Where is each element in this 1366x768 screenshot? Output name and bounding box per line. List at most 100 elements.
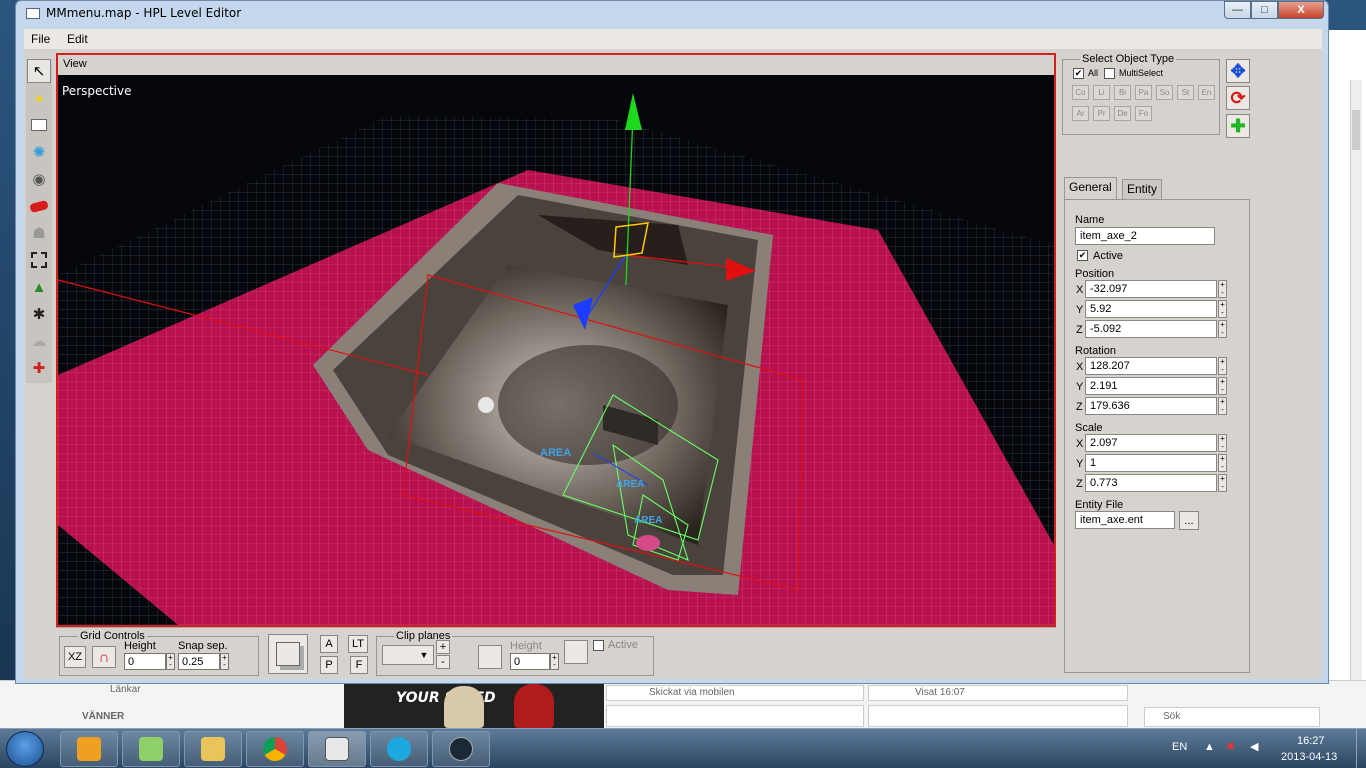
- entity-gear-icon[interactable]: ✱: [27, 302, 51, 326]
- skype-icon[interactable]: [370, 731, 428, 767]
- menu-file[interactable]: File: [31, 32, 50, 46]
- clip-plane-select[interactable]: ▼: [382, 645, 434, 665]
- fog-icon[interactable]: ☁: [27, 329, 51, 353]
- viewport-layout-button[interactable]: [268, 634, 308, 674]
- decal-ghost-icon[interactable]: ☗: [27, 221, 51, 245]
- position-z-input[interactable]: -5.092: [1085, 320, 1217, 338]
- rotation-x-input[interactable]: 128.207: [1085, 357, 1217, 375]
- type-filter-button[interactable]: Bi: [1114, 85, 1131, 100]
- select-arrow-icon[interactable]: ↖: [27, 59, 51, 83]
- view-a-button[interactable]: A: [320, 635, 338, 653]
- particle-atom-icon[interactable]: ✺: [27, 140, 51, 164]
- title-bar[interactable]: MMmenu.map - HPL Level Editor — □ X: [16, 1, 1328, 27]
- scale-tool-icon[interactable]: ✚: [1226, 114, 1250, 138]
- all-types-checkbox[interactable]: ✔: [1073, 68, 1084, 79]
- scale-x-stepper[interactable]: + -: [1218, 434, 1227, 452]
- grid-height-input[interactable]: 0: [124, 653, 166, 670]
- minimize-button[interactable]: —: [1224, 1, 1251, 19]
- search-label[interactable]: Sök: [1163, 711, 1180, 722]
- rotation-x-stepper[interactable]: + -: [1218, 357, 1227, 375]
- rotation-z-input[interactable]: 179.636: [1085, 397, 1217, 415]
- snap-magnet-icon[interactable]: ∩: [92, 646, 116, 668]
- primitive-capsule-icon[interactable]: [27, 194, 51, 218]
- grid-height-stepper[interactable]: + -: [166, 653, 175, 670]
- rotation-z-stepper[interactable]: + -: [1218, 397, 1227, 415]
- clip-height-input[interactable]: 0: [510, 653, 550, 670]
- clip-plane-color-button[interactable]: [564, 640, 588, 664]
- name-label: Name: [1075, 214, 1105, 226]
- rotation-label: Rotation: [1075, 345, 1116, 357]
- 3d-viewport[interactable]: Perspective AREA AREA AREA: [58, 75, 1054, 625]
- scale-x-input[interactable]: 2.097: [1085, 434, 1217, 452]
- sound-icon[interactable]: ◉: [27, 167, 51, 191]
- billboard-icon[interactable]: [27, 113, 51, 137]
- snap-separation-input[interactable]: 0.25: [178, 653, 220, 670]
- tab-general[interactable]: General: [1064, 177, 1117, 199]
- level-editor-icon[interactable]: [308, 731, 366, 767]
- grid-plane-button[interactable]: XZ: [64, 646, 86, 668]
- position-x-input[interactable]: -32.097: [1085, 280, 1217, 298]
- position-z-stepper[interactable]: + -: [1218, 320, 1227, 338]
- scale-z-input[interactable]: 0.773: [1085, 474, 1217, 492]
- translate-tool-icon[interactable]: ✥: [1226, 59, 1250, 83]
- maximize-button[interactable]: □: [1251, 1, 1278, 19]
- media-player-icon[interactable]: [60, 731, 118, 767]
- clip-plane-remove-button[interactable]: -: [436, 655, 450, 669]
- network-icon[interactable]: ✖: [1226, 740, 1235, 753]
- clip-height-stepper[interactable]: + -: [550, 653, 559, 670]
- show-hidden-icons-icon[interactable]: ▲: [1204, 741, 1215, 753]
- entity-file-input[interactable]: item_axe.ent: [1075, 511, 1175, 529]
- menu-edit[interactable]: Edit: [67, 32, 88, 46]
- type-filter-button[interactable]: De: [1114, 106, 1131, 121]
- scale-y-stepper[interactable]: + -: [1218, 454, 1227, 472]
- notepad-icon[interactable]: [122, 731, 180, 767]
- type-filter-button[interactable]: Li: [1093, 85, 1110, 100]
- multiselect-checkbox[interactable]: [1104, 68, 1115, 79]
- type-filter-button[interactable]: Pa: [1135, 85, 1152, 100]
- scale-y-input[interactable]: 1: [1085, 454, 1217, 472]
- type-filter-button[interactable]: En: [1198, 85, 1215, 100]
- steam-icon[interactable]: [432, 731, 490, 767]
- type-filter-button[interactable]: Co: [1072, 85, 1089, 100]
- bottom-control-panel: Grid Controls XZ ∩ Height 0 + - Snap sep.…: [56, 627, 1056, 677]
- static-object-icon[interactable]: ▲: [27, 275, 51, 299]
- clip-active-checkbox[interactable]: [593, 640, 604, 651]
- chrome-icon[interactable]: [246, 731, 304, 767]
- clip-plane-add-button[interactable]: +: [436, 640, 450, 654]
- active-checkbox[interactable]: ✔: [1077, 250, 1088, 261]
- clock-time[interactable]: 16:27: [1297, 735, 1325, 747]
- rotation-y-stepper[interactable]: + -: [1218, 377, 1227, 395]
- type-filter-button[interactable]: St: [1177, 85, 1194, 100]
- position-y-input[interactable]: 5.92: [1085, 300, 1217, 318]
- tab-entity[interactable]: Entity: [1122, 179, 1163, 199]
- type-filter-button[interactable]: Fo: [1135, 106, 1152, 121]
- snap-separation-stepper[interactable]: + -: [220, 653, 229, 670]
- area-box-icon[interactable]: [27, 248, 51, 272]
- view-p-button[interactable]: P: [320, 656, 338, 674]
- view-lt-button[interactable]: LT: [348, 635, 368, 653]
- rotation-x-label: X: [1076, 361, 1084, 373]
- scale-z-stepper[interactable]: + -: [1218, 474, 1227, 492]
- rotate-tool-icon[interactable]: ⟳: [1226, 86, 1250, 110]
- view-f-button[interactable]: F: [350, 656, 368, 674]
- position-x-stepper[interactable]: + -: [1218, 280, 1227, 298]
- close-button[interactable]: X: [1278, 1, 1324, 19]
- light-bulb-icon[interactable]: ●: [27, 86, 51, 110]
- type-filter-button[interactable]: So: [1156, 85, 1173, 100]
- language-indicator[interactable]: EN: [1172, 741, 1187, 753]
- browse-entity-file-button[interactable]: ...: [1179, 511, 1199, 530]
- combine-icon[interactable]: ✚: [27, 356, 51, 380]
- position-y-stepper[interactable]: + -: [1218, 300, 1227, 318]
- properties-panel: Select Object Type ✔ All MultiSelect Co …: [1060, 53, 1320, 677]
- volume-icon[interactable]: ◀: [1250, 740, 1258, 753]
- type-filter-button[interactable]: Ar: [1072, 106, 1089, 121]
- viewport-panel: View Perspective AREA AREA AREA: [56, 53, 1056, 627]
- explorer-folder-icon[interactable]: [184, 731, 242, 767]
- name-input[interactable]: item_axe_2: [1075, 227, 1215, 245]
- clip-plane-axis-button[interactable]: [478, 645, 502, 669]
- rotation-y-input[interactable]: 2.191: [1085, 377, 1217, 395]
- clock-date[interactable]: 2013-04-13: [1281, 751, 1337, 763]
- show-desktop-button[interactable]: [1356, 729, 1366, 768]
- type-filter-button[interactable]: Pr: [1093, 106, 1110, 121]
- start-button[interactable]: [6, 731, 44, 767]
